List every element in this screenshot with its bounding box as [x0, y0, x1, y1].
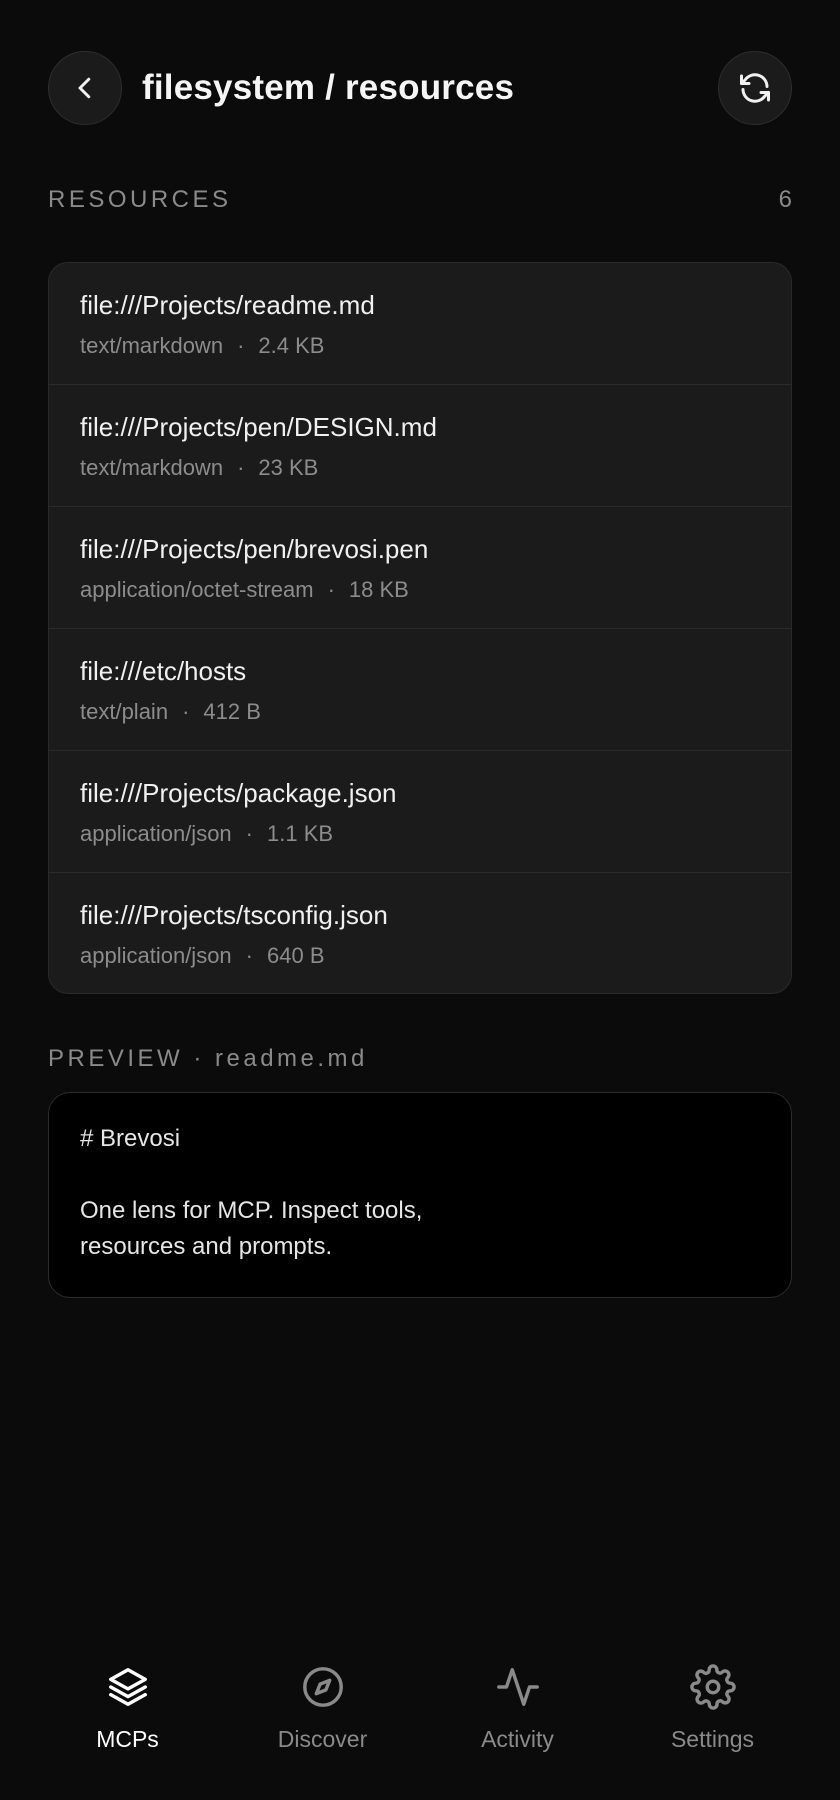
resource-uri: file:///Projects/pen/DESIGN.md [80, 412, 437, 442]
meta-separator: · [182, 699, 190, 724]
nav-label: MCPs [96, 1726, 159, 1752]
layers-icon [108, 1668, 147, 1706]
nav-item-discover[interactable]: Discover [243, 1640, 403, 1800]
preview-panel: # Brevosi One lens for MCP. Inspect tool… [48, 1092, 792, 1298]
resource-row[interactable]: file:///Projects/pen/DESIGN.md text/mark… [49, 385, 791, 507]
nav-item-activity[interactable]: Activity [438, 1640, 598, 1800]
preview-line: resources and prompts. [80, 1233, 333, 1260]
resource-size: 2.4 KB [258, 333, 325, 358]
resource-meta: text/plain · 412 B [80, 699, 791, 725]
resource-mime-type: text/markdown [80, 455, 224, 480]
bottom-nav: MCPs Discover Activity Settings [0, 1640, 840, 1800]
resources-section-label: RESOURCES [48, 186, 232, 213]
resource-uri: file:///etc/hosts [80, 656, 247, 686]
resource-size: 18 KB [348, 577, 409, 602]
resource-row[interactable]: file:///etc/hosts text/plain · 412 B [49, 629, 791, 751]
resource-uri: file:///Projects/readme.md [80, 290, 375, 320]
meta-separator: · [327, 577, 335, 602]
nav-item-settings[interactable]: Settings [633, 1640, 793, 1800]
refresh-icon [740, 73, 770, 103]
resource-mime-type: application/json [80, 821, 232, 846]
resource-meta: application/octet-stream · 18 KB [80, 577, 791, 603]
meta-separator: · [245, 943, 253, 968]
activity-icon [496, 1668, 539, 1706]
resources-list: file:///Projects/readme.md text/markdown… [48, 262, 792, 994]
resource-meta: text/markdown · 23 KB [80, 455, 791, 481]
preview-line: # Brevosi [80, 1125, 181, 1152]
resource-size: 640 B [267, 943, 325, 968]
resources-count: 6 [778, 186, 792, 213]
resource-uri: file:///Projects/tsconfig.json [80, 900, 388, 930]
refresh-button[interactable] [718, 51, 792, 125]
nav-label: Activity [481, 1726, 554, 1752]
page-title: filesystem / resources [142, 68, 515, 107]
resource-row[interactable]: file:///Projects/readme.md text/markdown… [49, 263, 791, 385]
header: filesystem / resources [48, 50, 792, 126]
nav-item-mcps[interactable]: MCPs [48, 1640, 208, 1800]
resource-mime-type: application/octet-stream [80, 577, 314, 602]
meta-separator: · [237, 455, 245, 480]
resources-screen: filesystem / resources RESOURCES 6 file:… [0, 0, 840, 1800]
resource-meta: application/json · 640 B [80, 943, 791, 969]
meta-separator: · [245, 821, 253, 846]
resource-size: 1.1 KB [267, 821, 334, 846]
preview-line [80, 1157, 760, 1193]
chevron-left-icon [78, 77, 91, 99]
resource-meta: text/markdown · 2.4 KB [80, 333, 791, 359]
resource-row[interactable]: file:///Projects/pen/brevosi.pen applica… [49, 507, 791, 629]
nav-label: Settings [670, 1726, 755, 1752]
resource-row[interactable]: file:///Projects/package.json applicatio… [49, 751, 791, 873]
resource-mime-type: text/markdown [80, 333, 224, 358]
meta-separator: · [237, 333, 245, 358]
resource-meta: application/json · 1.1 KB [80, 821, 791, 847]
resource-mime-type: text/plain [80, 699, 169, 724]
resource-row[interactable]: file:///Projects/tsconfig.json applicati… [49, 873, 791, 993]
preview-section-label: PREVIEW · readme.md [48, 1045, 368, 1072]
back-button[interactable] [48, 51, 122, 125]
gear-icon [689, 1664, 736, 1710]
resource-size: 23 KB [258, 455, 319, 480]
resource-size: 412 B [203, 699, 261, 724]
compass-icon [302, 1667, 343, 1707]
resource-uri: file:///Projects/package.json [80, 778, 397, 808]
resource-uri: file:///Projects/pen/brevosi.pen [80, 534, 429, 564]
preview-line: One lens for MCP. Inspect tools, [80, 1197, 423, 1224]
resource-mime-type: application/json [80, 943, 232, 968]
nav-label: Discover [277, 1726, 368, 1752]
